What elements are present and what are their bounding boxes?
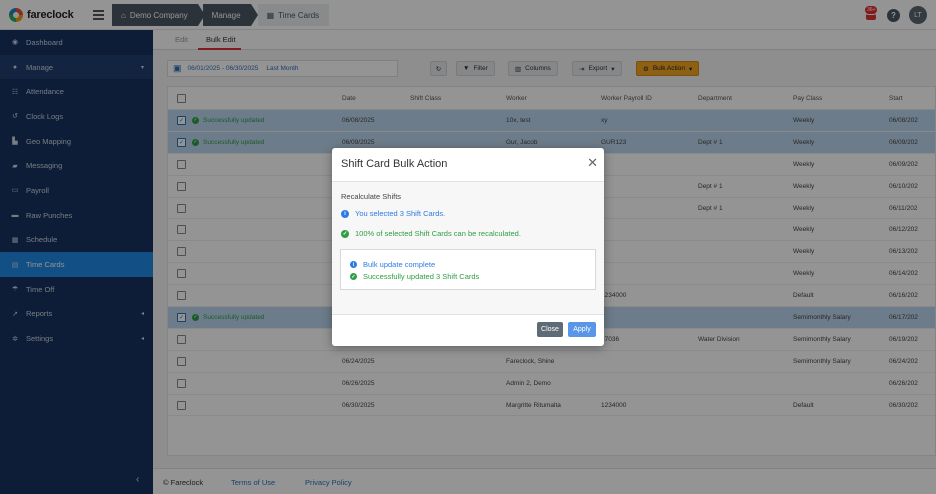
eligibility-info: ✓ 100% of selected Shift Cards can be re… (341, 229, 521, 238)
result-detail: Successfully updated 3 Shift Cards (363, 272, 480, 281)
modal-title: Shift Card Bulk Action (341, 158, 448, 170)
result-box: i Bulk update complete ✓ Successfully up… (340, 249, 596, 290)
selection-info: i You selected 3 Shift Cards. (341, 209, 445, 218)
info-icon: i (350, 261, 357, 268)
close-icon[interactable]: ✕ (587, 155, 598, 171)
modal-body: Recalculate Shifts i You selected 3 Shif… (332, 182, 604, 314)
close-button[interactable]: Close (537, 322, 563, 337)
bulk-action-modal: Shift Card Bulk Action ✕ Recalculate Shi… (332, 148, 604, 346)
apply-button[interactable]: Apply (568, 322, 596, 337)
result-title: Bulk update complete (363, 260, 436, 269)
info-icon: i (341, 209, 349, 218)
action-name: Recalculate Shifts (341, 192, 402, 201)
check-circle-icon: ✓ (350, 273, 357, 280)
check-circle-icon: ✓ (341, 229, 349, 238)
